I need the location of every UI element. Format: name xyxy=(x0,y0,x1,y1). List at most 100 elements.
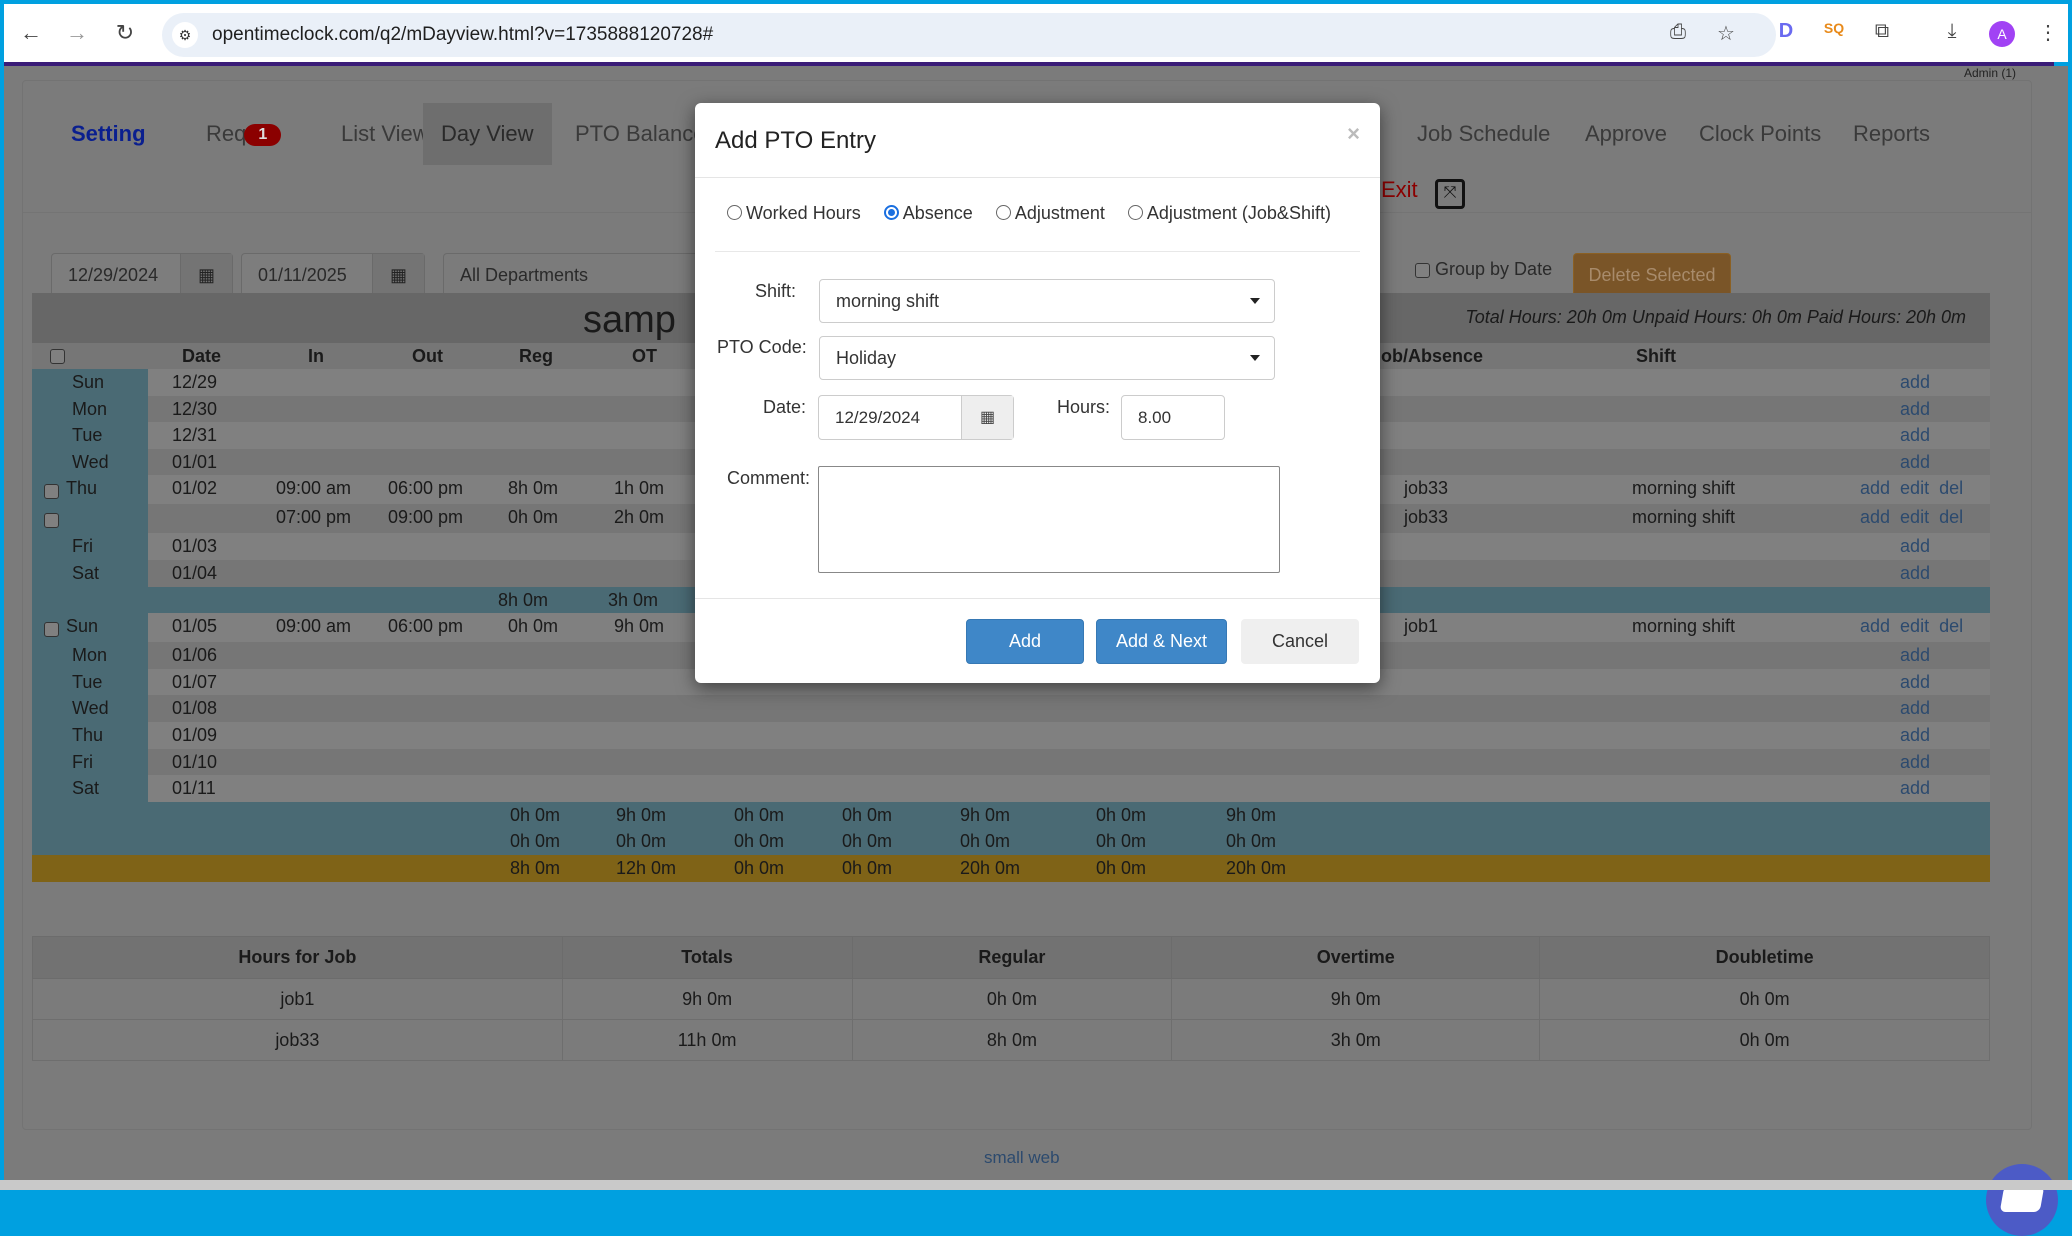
subtotal-reg: 8h 0m xyxy=(498,589,549,610)
admin-user[interactable]: Admin (1) xyxy=(1964,66,2016,80)
tab-req[interactable]: Req 1 xyxy=(188,103,299,165)
job-col-header: Overtime xyxy=(1171,936,1541,979)
cell-ot: 9h 0m xyxy=(614,616,665,637)
site-info-icon[interactable]: ⚙ xyxy=(172,22,198,48)
job-cell: job1 xyxy=(32,978,563,1020)
fullscreen-icon[interactable]: ⤧ xyxy=(1435,179,1465,209)
extension-sq-icon[interactable]: SQ xyxy=(1820,20,1848,36)
address-bar[interactable]: ⚙ opentimeclock.com/q2/mDayview.html?v=1… xyxy=(162,13,1776,57)
bookmark-star-icon[interactable]: ☆ xyxy=(1712,21,1740,46)
req-count-badge: 1 xyxy=(244,124,282,147)
total-cell: 0h 0m xyxy=(1226,831,1277,852)
tab-job-schedule[interactable]: Job Schedule xyxy=(1399,103,1568,165)
hours-input[interactable]: 8.00 xyxy=(1121,395,1225,440)
chevron-down-icon xyxy=(1250,298,1260,304)
end-date-field[interactable]: 01/11/2025 ▦ xyxy=(241,253,425,297)
forward-icon[interactable]: → xyxy=(62,18,92,48)
radio-absence[interactable]: Absence xyxy=(883,203,973,223)
profile-avatar[interactable]: A xyxy=(1989,21,2015,47)
add-link[interactable]: add xyxy=(1900,725,1930,745)
cell-day: Sun xyxy=(66,616,99,637)
add-link[interactable]: add xyxy=(1900,645,1930,665)
total-cell: 0h 0m xyxy=(734,857,785,878)
add-link[interactable]: add xyxy=(1900,672,1930,692)
end-date-value[interactable]: 01/11/2025 xyxy=(258,265,347,286)
url-text[interactable]: opentimeclock.com/q2/mDayview.html?v=173… xyxy=(212,24,713,46)
add-link[interactable]: add xyxy=(1900,399,1930,419)
del-link[interactable]: del xyxy=(1939,507,1963,527)
add-link[interactable]: add xyxy=(1900,372,1930,392)
cell-in: 07:00 pm xyxy=(276,507,352,528)
row-actions: add xyxy=(1900,425,1940,446)
add-link[interactable]: add xyxy=(1860,507,1890,527)
add-link[interactable]: add xyxy=(1900,778,1930,798)
delete-selected-button[interactable]: Delete Selected xyxy=(1573,253,1731,297)
radio-adjustment-job-shift[interactable]: Adjustment (Job&Shift) xyxy=(1127,203,1331,223)
grand-totals-row: 8h 0m 12h 0m 0h 0m 0h 0m 20h 0m 0h 0m 20h 0m xyxy=(32,854,1990,882)
cell-day: Mon xyxy=(72,398,108,419)
extensions-puzzle-icon[interactable]: ⧉ xyxy=(1868,20,1896,43)
extension-d-icon[interactable]: D xyxy=(1772,20,1800,43)
add-and-next-button[interactable]: Add & Next xyxy=(1096,619,1227,664)
add-link[interactable]: add xyxy=(1900,563,1930,583)
pto-code-select[interactable]: Holiday xyxy=(819,336,1275,380)
close-icon[interactable]: × xyxy=(1347,121,1360,147)
add-link[interactable]: add xyxy=(1900,452,1930,472)
cell-job: job1 xyxy=(1404,616,1439,637)
cell-day: Tue xyxy=(72,425,103,446)
add-link[interactable]: add xyxy=(1860,616,1890,636)
tab-day-view[interactable]: Day View xyxy=(423,103,552,165)
job-cell: 9h 0m xyxy=(1171,978,1541,1020)
cell-shift: morning shift xyxy=(1632,478,1736,499)
exit-link[interactable]: Exit xyxy=(1381,177,1418,203)
comment-textarea[interactable] xyxy=(818,466,1280,573)
add-link[interactable]: add xyxy=(1900,536,1930,556)
tab-clock-points[interactable]: Clock Points xyxy=(1681,103,1839,165)
radio-adjustment[interactable]: Adjustment xyxy=(995,203,1105,223)
cell-day: Fri xyxy=(72,751,93,772)
start-date-field[interactable]: 12/29/2024 ▦ xyxy=(51,253,233,297)
add-button[interactable]: Add xyxy=(966,619,1084,664)
add-link[interactable]: add xyxy=(1900,698,1930,718)
menu-kebab-icon[interactable]: ⋮ xyxy=(2034,20,2062,45)
row-actions: add xyxy=(1900,698,1940,719)
chat-widget-button[interactable] xyxy=(1986,1164,2058,1236)
small-web-link[interactable]: small web xyxy=(984,1148,1060,1168)
cell-day: Mon xyxy=(72,645,108,666)
shift-select[interactable]: morning shift xyxy=(819,279,1275,323)
total-cell: 9h 0m xyxy=(960,804,1011,825)
cell-ot: 2h 0m xyxy=(614,507,665,528)
add-link[interactable]: add xyxy=(1900,752,1930,772)
table-row: Wed 01/08 add xyxy=(32,695,1990,722)
total-cell: 0h 0m xyxy=(616,831,667,852)
back-icon[interactable]: ← xyxy=(16,18,46,48)
edit-link[interactable]: edit xyxy=(1900,507,1929,527)
cancel-button[interactable]: Cancel xyxy=(1241,619,1359,664)
edit-link[interactable]: edit xyxy=(1900,478,1929,498)
tab-approve[interactable]: Approve xyxy=(1567,103,1685,165)
date-input[interactable]: 12/29/2024 ▦ xyxy=(818,395,1014,440)
week2-totals-row: 0h 0m 9h 0m 0h 0m 0h 0m 9h 0m 0h 0m 9h 0m xyxy=(32,801,1990,829)
cell-ot: 1h 0m xyxy=(614,478,665,499)
radio-worked-hours[interactable]: Worked Hours xyxy=(727,203,861,223)
calendar-icon[interactable]: ▦ xyxy=(180,254,232,296)
calendar-icon[interactable]: ▦ xyxy=(961,396,1013,439)
reload-icon[interactable]: ↻ xyxy=(110,18,140,48)
del-link[interactable]: del xyxy=(1939,616,1963,636)
divider xyxy=(695,177,1380,178)
cell-day: Wed xyxy=(72,451,109,472)
tab-setting[interactable]: Setting xyxy=(53,103,164,165)
edit-link[interactable]: edit xyxy=(1900,616,1929,636)
add-link[interactable]: add xyxy=(1900,425,1930,445)
download-icon[interactable]: ⤓ xyxy=(1938,20,1966,43)
add-link[interactable]: add xyxy=(1860,478,1890,498)
start-date-value[interactable]: 12/29/2024 xyxy=(68,265,158,286)
calendar-icon[interactable]: ▦ xyxy=(372,254,424,296)
tab-reports[interactable]: Reports xyxy=(1835,103,1948,165)
group-by-date-checkbox[interactable] xyxy=(1415,262,1430,278)
hours-summary: Total Hours: 20h 0m Unpaid Hours: 0h 0m … xyxy=(1465,307,1966,327)
job-cell: 11h 0m xyxy=(561,1019,853,1061)
install-icon[interactable]: ⎙ xyxy=(1664,21,1692,44)
group-by-date-toggle[interactable]: Group by Date xyxy=(1415,259,1552,280)
del-link[interactable]: del xyxy=(1939,478,1963,498)
